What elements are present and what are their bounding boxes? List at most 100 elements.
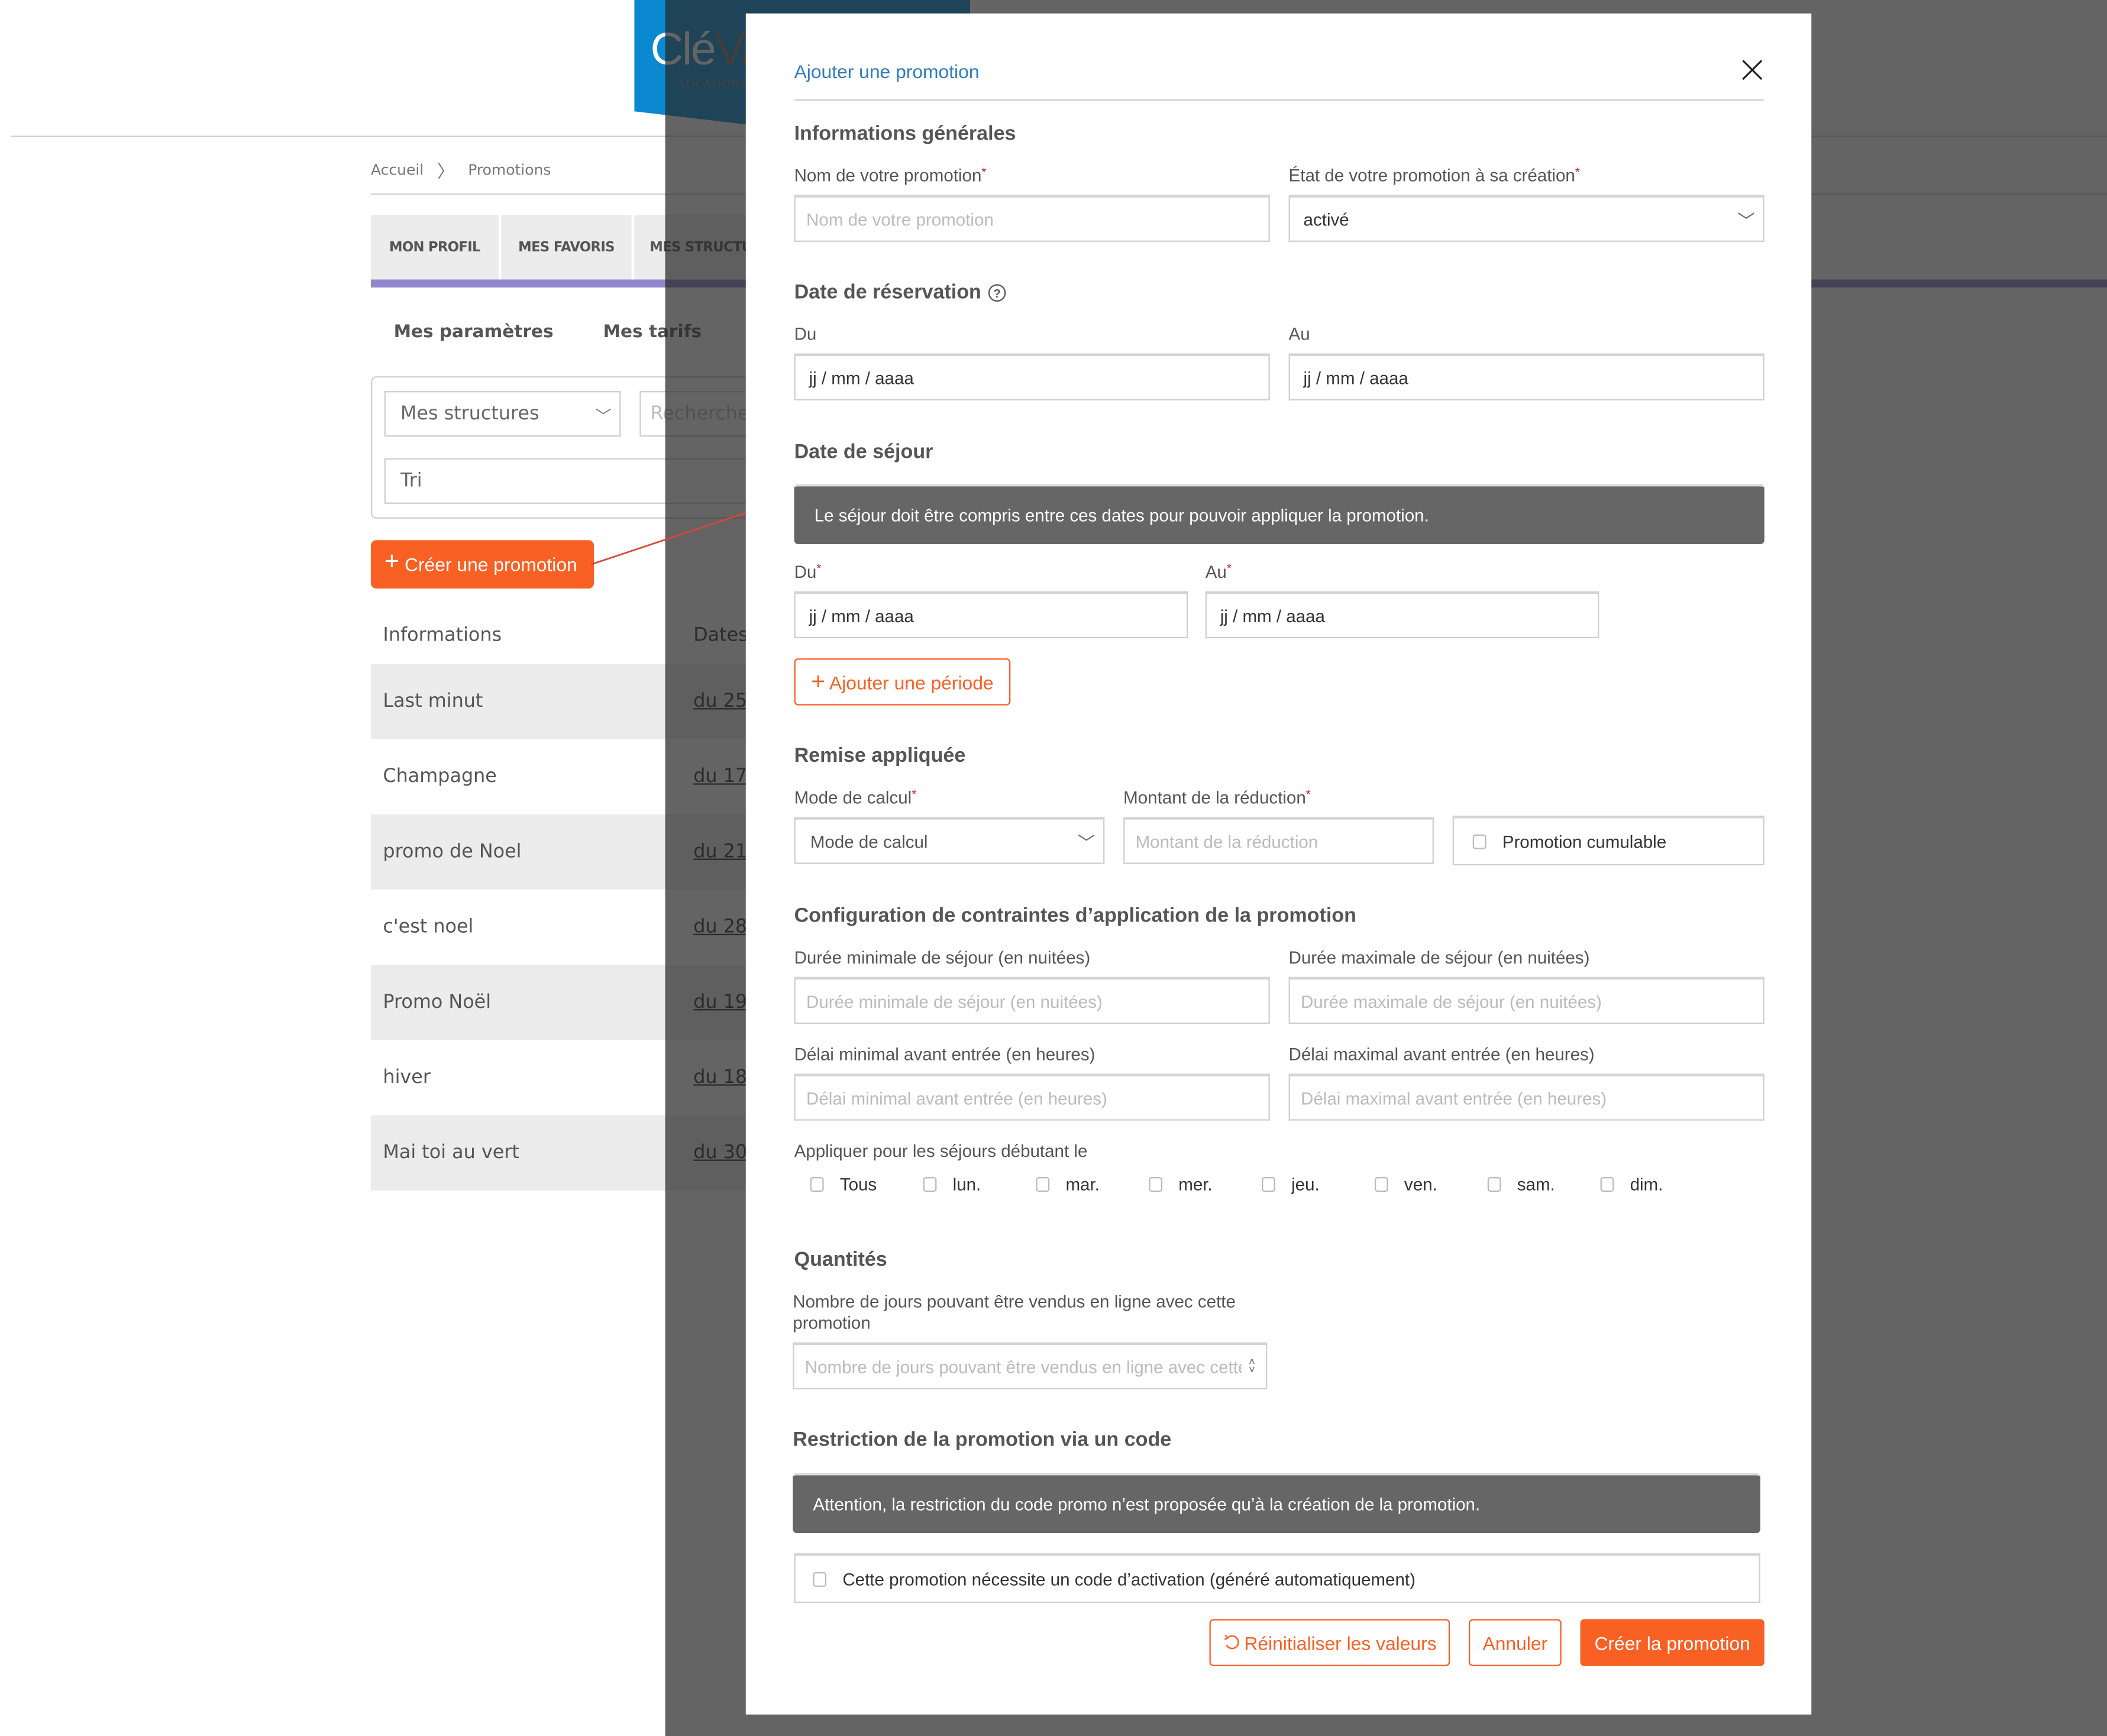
- weekday-checkbox[interactable]: [1487, 1177, 1501, 1192]
- min-stay-placeholder: Durée minimale de séjour (en nuitées): [806, 991, 1103, 1011]
- cumulative-checkbox[interactable]: [1472, 833, 1486, 849]
- weekday-checkbox[interactable]: [923, 1177, 937, 1192]
- chevron-down-icon: ﹀: [1737, 211, 1755, 231]
- chevron-down-icon: ﹀: [595, 407, 612, 426]
- cumulative-label: Promotion cumulable: [1502, 831, 1667, 852]
- chevron-down-icon: ﹀: [1077, 833, 1095, 854]
- weekday-checkboxes: Tous lun. mar. mer. jeu. ven. sam. dim.: [810, 1174, 1714, 1195]
- booking-heading-text: Date de réservation: [794, 280, 981, 304]
- activation-code-checkbox-row[interactable]: Cette promotion nécessite un code d’acti…: [794, 1553, 1760, 1604]
- section-stay-heading: Date de séjour: [794, 441, 933, 464]
- reset-values-button[interactable]: Réinitialiser les valeurs: [1209, 1619, 1450, 1666]
- activation-code-label: Cette promotion nécessite un code d’acti…: [842, 1569, 1416, 1589]
- tab-mes-favoris[interactable]: MES FAVORIS: [501, 215, 632, 280]
- subnav-mes-parametres[interactable]: Mes paramètres: [394, 322, 554, 342]
- weekday-checkbox[interactable]: [1374, 1177, 1388, 1192]
- chevron-right-icon: 〉: [437, 162, 455, 183]
- calc-mode-label-text: Mode de calcul: [794, 787, 912, 808]
- max-stay-input[interactable]: Durée maximale de séjour (en nuitées): [1288, 977, 1765, 1024]
- weekday-label: mer.: [1178, 1174, 1213, 1195]
- min-stay-label: Durée minimale de séjour (en nuitées): [794, 947, 1091, 968]
- activation-code-checkbox[interactable]: [813, 1571, 827, 1586]
- max-delay-input[interactable]: Délai maximal avant entrée (en heures): [1288, 1074, 1765, 1121]
- required-mark: *: [981, 165, 987, 179]
- add-period-label: Ajouter une période: [829, 671, 994, 693]
- weekday-option[interactable]: Tous: [810, 1174, 923, 1195]
- booking-to-date-input[interactable]: jj / mm / aaaa: [1288, 353, 1765, 400]
- weekday-checkbox[interactable]: [1262, 1177, 1275, 1192]
- stay-from-date-input[interactable]: jj / mm / aaaa: [794, 591, 1188, 639]
- weekday-option[interactable]: ven.: [1374, 1174, 1488, 1195]
- breadcrumb-home[interactable]: Accueil: [371, 161, 424, 179]
- weekday-label: ven.: [1404, 1174, 1437, 1195]
- min-delay-label: Délai minimal avant entrée (en heures): [794, 1044, 1095, 1065]
- stay-from-label: Du*: [794, 562, 822, 582]
- create-promotion-button[interactable]: + Créer une promotion: [370, 540, 594, 589]
- calc-mode-label: Mode de calcul*: [794, 787, 917, 807]
- promotion-state-value: activé: [1303, 209, 1349, 229]
- section-constraints-heading: Configuration de contraintes d’applicati…: [794, 904, 1356, 927]
- create-promotion-submit-button[interactable]: Créer la promotion: [1580, 1619, 1765, 1666]
- stay-to-label-text: Au: [1205, 561, 1227, 582]
- promotion-state-label-text: État de votre promotion à sa création: [1288, 165, 1575, 186]
- stay-info-banner: Le séjour doit être compris entre ces da…: [794, 483, 1765, 545]
- required-mark: *: [816, 561, 822, 576]
- help-circle-icon[interactable]: ?: [988, 283, 1007, 302]
- weekday-checkbox[interactable]: [1036, 1177, 1050, 1192]
- booking-from-date-input[interactable]: jj / mm / aaaa: [794, 353, 1270, 400]
- plus-icon: +: [384, 548, 399, 577]
- section-discount-heading: Remise appliquée: [794, 744, 966, 768]
- stay-to-label: Au*: [1206, 562, 1232, 582]
- stay-from-value: jj / mm / aaaa: [809, 605, 914, 626]
- sort-select-value: Tri: [400, 470, 422, 492]
- tab-mon-profil[interactable]: MON PROFIL: [370, 215, 499, 280]
- weekday-option[interactable]: dim.: [1600, 1174, 1714, 1195]
- modal-title: Ajouter une promotion: [794, 60, 980, 82]
- page: CléVa LOCATIONS Accueil 〉 Promotions MON…: [0, 0, 2107, 1736]
- required-mark: *: [1305, 787, 1311, 801]
- stay-to-date-input[interactable]: jj / mm / aaaa: [1205, 591, 1599, 639]
- weekday-label: lun.: [952, 1174, 981, 1195]
- promotion-state-select[interactable]: activé ﹀: [1288, 195, 1765, 242]
- promotion-name: Promo Noël: [383, 991, 492, 1013]
- structures-select[interactable]: Mes structures ﹀: [384, 391, 621, 437]
- reset-icon: [1224, 1634, 1239, 1650]
- weekday-checkbox[interactable]: [810, 1177, 824, 1192]
- min-stay-input[interactable]: Durée minimale de séjour (en nuitées): [794, 977, 1270, 1024]
- amount-input[interactable]: Montant de la réduction: [1123, 817, 1434, 864]
- required-mark: *: [1226, 561, 1232, 576]
- min-delay-input[interactable]: Délai minimal avant entrée (en heures): [794, 1074, 1270, 1121]
- weekday-option[interactable]: jeu.: [1262, 1174, 1375, 1195]
- amount-label: Montant de la réduction*: [1123, 787, 1311, 807]
- weekday-checkbox[interactable]: [1149, 1177, 1163, 1192]
- section-booking-heading: Date de réservation ?: [794, 280, 1007, 304]
- weekday-label: Tous: [839, 1174, 877, 1195]
- breadcrumb: Accueil 〉 Promotions: [371, 157, 551, 183]
- promotion-name-label: Nom de votre promotion*: [794, 165, 987, 185]
- weekday-option[interactable]: lun.: [923, 1174, 1036, 1195]
- calc-mode-value: Mode de calcul: [810, 831, 928, 852]
- plus-icon: +: [811, 668, 826, 695]
- number-stepper-icon[interactable]: ˄ ˅: [1249, 1356, 1255, 1375]
- booking-to-label: Au: [1288, 324, 1310, 344]
- modal-header-divider: [794, 99, 1765, 101]
- close-icon[interactable]: [1740, 58, 1765, 82]
- promotion-name: Last minut: [383, 690, 483, 713]
- create-promotion-label: Créer une promotion: [405, 553, 577, 576]
- promotion-name-input[interactable]: Nom de votre promotion: [794, 195, 1270, 242]
- weekday-checkbox[interactable]: [1600, 1177, 1614, 1192]
- add-period-button[interactable]: + Ajouter une période: [794, 658, 1011, 706]
- weekdays-label: Appliquer pour les séjours débutant le: [794, 1140, 1088, 1161]
- weekday-option[interactable]: sam.: [1487, 1174, 1601, 1195]
- amount-placeholder: Montant de la réduction: [1135, 831, 1319, 852]
- cumulative-checkbox-row[interactable]: Promotion cumulable: [1452, 815, 1765, 865]
- booking-from-value: jj / mm / aaaa: [809, 367, 914, 388]
- section-general-heading: Informations générales: [794, 122, 1016, 146]
- days-online-label: Nombre de jours pouvant être vendus en l…: [793, 1291, 1236, 1333]
- weekday-label: dim.: [1630, 1174, 1663, 1195]
- calc-mode-select[interactable]: Mode de calcul ﹀: [794, 817, 1105, 864]
- days-online-input[interactable]: Nombre de jours pouvant être vendus en l…: [793, 1342, 1268, 1389]
- weekday-option[interactable]: mar.: [1036, 1174, 1149, 1195]
- weekday-option[interactable]: mer.: [1149, 1174, 1262, 1195]
- cancel-button[interactable]: Annuler: [1468, 1619, 1562, 1666]
